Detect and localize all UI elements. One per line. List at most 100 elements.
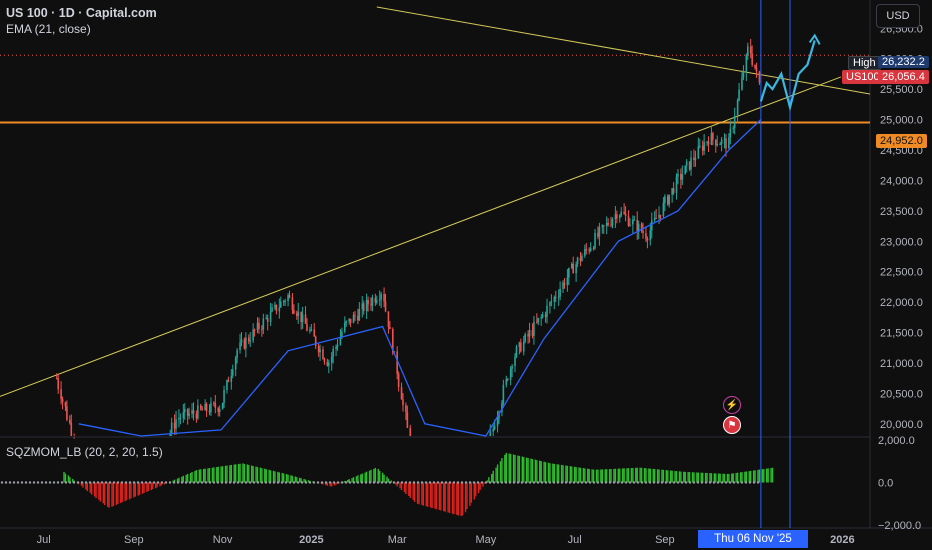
candle-body [746,46,749,55]
price-chart[interactable]: 26,500.026,000.025,500.025,000.024,500.0… [0,0,932,550]
candle-body [742,72,745,78]
candle-body [633,219,636,221]
candle-body [218,409,221,412]
candle-body [572,263,575,274]
candle-body [707,141,710,145]
candle-body [672,188,675,193]
candle-body [314,336,317,347]
squeeze-dot [268,481,272,484]
squeeze-dot [92,481,96,484]
ema-legend[interactable]: EMA (21, close) [6,22,91,36]
candle-body [518,342,521,347]
candle-body [738,89,740,101]
squeeze-dot [464,481,468,484]
squeeze-dot [744,481,748,484]
candle-body [262,318,265,330]
candle-body [384,301,387,312]
candle-body [685,161,688,166]
candle-body [502,384,505,403]
us-flag-icon[interactable]: ⚑ [723,416,741,434]
squeeze-dot [324,481,328,484]
y-tick-label: 21,500.0 [880,328,923,340]
x-tick-label: May [476,534,497,546]
candle-body [343,322,346,332]
candle-body [210,402,212,413]
currency-button[interactable]: USD [876,4,920,28]
candle-body [243,339,246,349]
candle-body [406,412,409,428]
squeeze-dot [24,481,28,484]
candle-body [70,423,73,436]
x-tick-label: Sep [655,534,675,546]
squeeze-dot [420,481,424,484]
squeeze-dot [404,481,408,484]
candle-body [598,227,601,237]
candle-body [326,361,329,366]
squeeze-dot [568,481,572,484]
candle-body [199,405,202,409]
candle-body [653,218,656,221]
candle-body [618,215,621,219]
squeeze-dot [60,481,64,484]
candle-body [313,329,316,337]
candle-body [741,77,743,90]
candle-body [310,329,313,331]
squeeze-dot [220,481,224,484]
candle-body [749,46,752,54]
squeeze-dot [8,481,12,484]
candle-body [728,137,730,149]
candle-body [706,141,708,143]
squeeze-dot [204,481,208,484]
candle-body [655,218,657,220]
squeeze-dot [496,481,500,484]
candle-body [274,304,276,308]
squeeze-dot [448,481,452,484]
x-tick-label: Mar [388,534,407,546]
candle-body [533,321,535,336]
candle-body [266,318,269,322]
candle-body [632,219,634,225]
candle-body [341,331,343,337]
candle-body [636,219,639,232]
candle-body [688,161,691,170]
squeeze-dot [376,481,380,484]
candle-body [658,214,660,219]
candle-body [544,314,547,317]
squeeze-dot [652,481,656,484]
y-tick-label: 20,500.0 [880,388,923,400]
candle-body [509,368,512,380]
squeeze-dot [684,481,688,484]
candle-body [720,139,723,145]
squeeze-dot [296,481,300,484]
candle-body [575,264,577,274]
squeeze-dot [132,481,136,484]
candle-body [295,313,298,316]
indicator-legend[interactable]: SQZMOM_LB (20, 2, 20, 1.5) [6,445,163,459]
bolt-icon[interactable]: ⚡ [723,396,741,414]
squeeze-dot [304,481,308,484]
candle-body [387,311,390,327]
candle-body [227,380,230,382]
squeeze-dot [52,481,56,484]
symbol-title[interactable]: US 100 · 1D · Capital.com [6,6,157,20]
candle-body [223,389,225,403]
candle-body [694,158,697,161]
squeeze-dot [372,481,376,484]
candle-body [278,307,281,312]
candle-body [607,223,609,225]
squeeze-dot [416,481,420,484]
candle-body [610,224,612,226]
squeeze-dot [484,481,488,484]
y-tick-label: 24,000.0 [880,175,923,187]
candle-body [253,329,256,331]
candle-body [616,214,618,219]
squeeze-dot [32,481,36,484]
candle-body [581,255,583,262]
squeeze-dot [16,481,20,484]
squeeze-dot [528,481,532,484]
squeeze-dot [116,481,120,484]
squeeze-dot [212,481,216,484]
candle-body [57,378,59,390]
squeeze-dot [552,481,556,484]
squeeze-dot [136,481,140,484]
